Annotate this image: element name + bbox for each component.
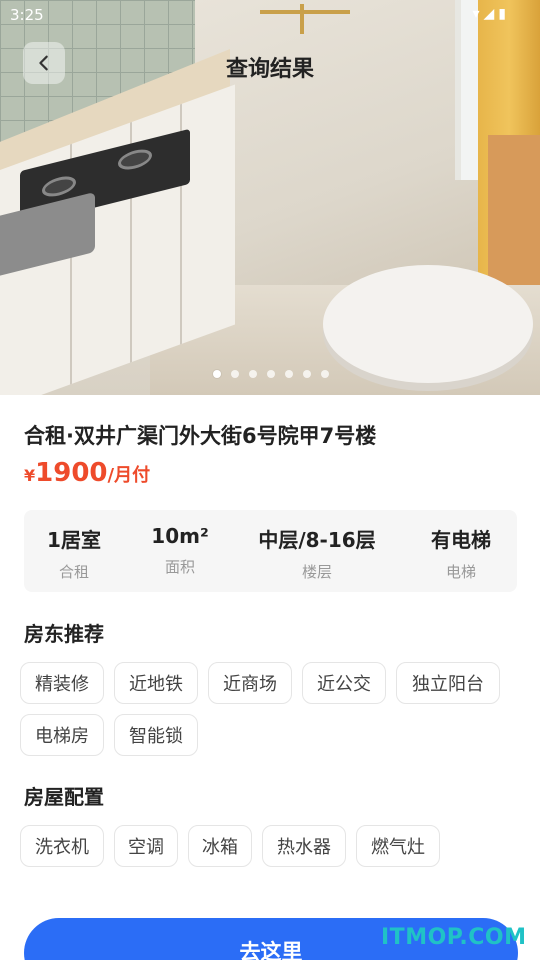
gallery-dot[interactable] <box>267 370 275 378</box>
signal-icon: ◢ <box>483 6 499 22</box>
stat-label: 面积 <box>164 558 195 576</box>
watermark: ITMOP.COM <box>381 925 527 950</box>
gallery-dot[interactable] <box>285 370 293 378</box>
stat-label: 合租 <box>58 563 90 581</box>
stat-rooms: 1居室 合租 <box>47 524 101 582</box>
stat-value: 有电梯 <box>431 528 491 552</box>
stove-burner <box>118 146 152 173</box>
status-bar: 3:25 ▾◢▮ <box>0 0 540 30</box>
wifi-icon: ▾ <box>472 6 484 22</box>
tag-chip: 近商场 <box>208 662 292 704</box>
price-unit: /月付 <box>107 465 151 486</box>
stat-elevator: 有电梯 电梯 <box>431 524 491 582</box>
price-currency: ¥ <box>24 466 36 485</box>
listing-photo[interactable]: 3:25 ▾◢▮ 查询结果 <box>0 0 540 395</box>
status-time: 3:25 <box>10 6 44 24</box>
tag-chip: 独立阳台 <box>396 662 500 704</box>
stove-burner <box>42 173 76 200</box>
tag-chip: 精装修 <box>20 662 104 704</box>
facility-chip: 空调 <box>114 825 178 867</box>
stat-value: 10m² <box>151 524 209 548</box>
page-title: 查询结果 <box>225 57 314 82</box>
stat-value: 中层/8-16层 <box>258 528 376 552</box>
stat-value: 1居室 <box>47 528 101 552</box>
facility-chip: 洗衣机 <box>20 825 104 867</box>
photo-round-table <box>323 265 533 383</box>
tag-chip: 智能锁 <box>114 714 198 756</box>
gallery-dot[interactable] <box>321 370 329 378</box>
gallery-dot[interactable] <box>231 370 239 378</box>
gallery-dot[interactable] <box>213 370 221 378</box>
listing-price: ¥1900/月付 <box>24 458 150 488</box>
gallery-dot[interactable] <box>249 370 257 378</box>
stat-floor: 中层/8-16层 楼层 <box>258 524 375 582</box>
battery-icon: ▮ <box>498 6 510 22</box>
gallery-pagination <box>213 370 329 378</box>
stat-label: 楼层 <box>301 563 333 581</box>
facility-chip: 热水器 <box>262 825 346 867</box>
section-title-facilities: 房屋配置 <box>24 785 104 809</box>
stat-area: 10m² 面积 <box>151 524 208 577</box>
stat-label: 电梯 <box>445 563 476 581</box>
listing-title: 合租·双井广渠门外大街6号院甲7号楼 <box>24 424 377 448</box>
facility-chip: 冰箱 <box>188 825 252 867</box>
tag-chip: 电梯房 <box>20 714 104 756</box>
tag-chip: 近地铁 <box>114 662 198 704</box>
status-icons: ▾◢▮ <box>472 6 510 22</box>
tag-chip: 近公交 <box>302 662 386 704</box>
facility-chip: 燃气灶 <box>356 825 440 867</box>
gallery-dot[interactable] <box>303 370 311 378</box>
section-title-recommend: 房东推荐 <box>24 622 104 646</box>
price-amount: 1900 <box>35 458 108 488</box>
listing-stats: 1居室 合租 10m² 面积 中层/8-16层 楼层 有电梯 电梯 <box>24 510 517 592</box>
